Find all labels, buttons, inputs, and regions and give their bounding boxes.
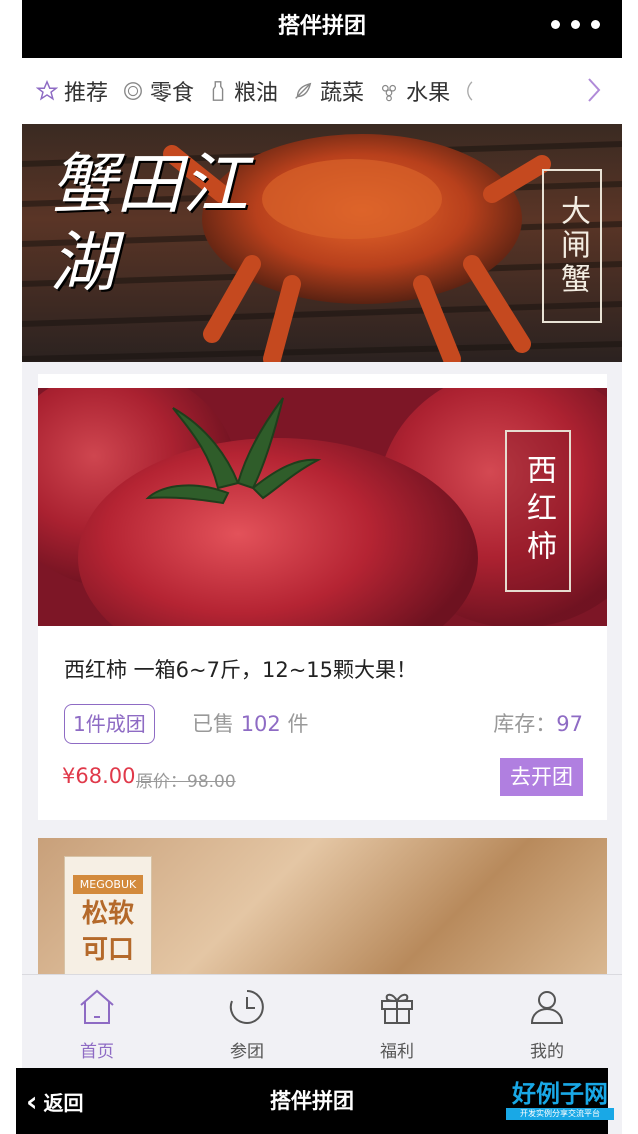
original-price: 原价：98.00 <box>136 772 236 792</box>
product-image[interactable]: 西红柿 <box>38 388 607 626</box>
category-label: 零食 <box>150 81 195 106</box>
category-label: 粮油 <box>234 81 279 106</box>
product-title[interactable]: 西红柿 一箱6~7斤，12~15颗大果！ <box>64 654 417 684</box>
product-image-tag: 西红柿 <box>505 430 571 592</box>
category-label: 水果 <box>406 81 451 106</box>
group-size-badge: 1件成团 <box>64 704 155 744</box>
leaf-icon <box>292 80 314 102</box>
star-icon <box>36 80 58 102</box>
category-item-recommend[interactable]: 推荐 <box>36 75 108 107</box>
tab-mine[interactable]: 我的 <box>472 975 622 1067</box>
site-logo: 好例子网 开发实例分享交流平台 <box>506 1080 614 1124</box>
top-bar: 搭伴拼团 <box>22 0 622 58</box>
stock-number: 97 <box>556 712 583 736</box>
page-title: 搭伴拼团 <box>277 14 366 39</box>
banner-calligraphy: 蟹田江湖 <box>50 146 248 301</box>
tab-home[interactable]: 首页 <box>22 975 172 1067</box>
bottom-tab-bar: 首页 参团 福利 我的 <box>22 974 622 1067</box>
category-item-snacks[interactable]: 零食 <box>122 75 194 107</box>
sold-number: 102 <box>240 712 281 736</box>
bottle-icon <box>208 80 228 102</box>
stock-count: 库存：97 <box>493 712 583 736</box>
category-label: 推荐 <box>64 81 109 106</box>
product-card[interactable]: 西红柿 西红柿 一箱6~7斤，12~15颗大果！ 1件成团 已售 102 件 库… <box>38 374 607 820</box>
sold-count: 已售 102 件 <box>192 712 309 736</box>
gift-icon <box>377 987 417 1031</box>
product-2-label: MEGOBUK 松软 可口 <box>64 856 152 974</box>
banner-tag: 大闸蟹 <box>542 169 602 323</box>
category-label: 蔬菜 <box>320 81 365 106</box>
clock-icon <box>227 987 267 1031</box>
category-next-arrow-icon[interactable] <box>576 72 612 108</box>
home-icon <box>77 987 117 1031</box>
product-card-2[interactable]: MEGOBUK 松软 可口 <box>38 838 607 974</box>
price: ¥68.00 <box>62 764 136 788</box>
more-dots-icon[interactable] <box>551 20 600 29</box>
category-item-partial[interactable] <box>464 80 484 102</box>
phone-screen: 搭伴拼团 推荐 零食 粮油 蔬菜 水果 蟹田江湖 大闸蟹 西红柿 西红柿 一箱6… <box>22 0 622 1134</box>
category-nav: 推荐 零食 粮油 蔬菜 水果 <box>22 58 622 125</box>
user-icon <box>527 987 567 1031</box>
category-item-grain-oil[interactable]: 粮油 <box>208 75 278 107</box>
category-item-vegetables[interactable]: 蔬菜 <box>292 75 364 107</box>
cookie-icon <box>122 80 144 102</box>
tab-join-group[interactable]: 参团 <box>172 975 322 1067</box>
tab-benefits[interactable]: 福利 <box>322 975 472 1067</box>
grape-icon <box>378 80 400 102</box>
chili-icon <box>464 80 478 102</box>
hairy-crab-banner[interactable]: 蟹田江湖 大闸蟹 <box>22 124 622 362</box>
category-item-fruit[interactable]: 水果 <box>378 75 450 107</box>
start-group-button[interactable]: 去开团 <box>500 758 583 796</box>
